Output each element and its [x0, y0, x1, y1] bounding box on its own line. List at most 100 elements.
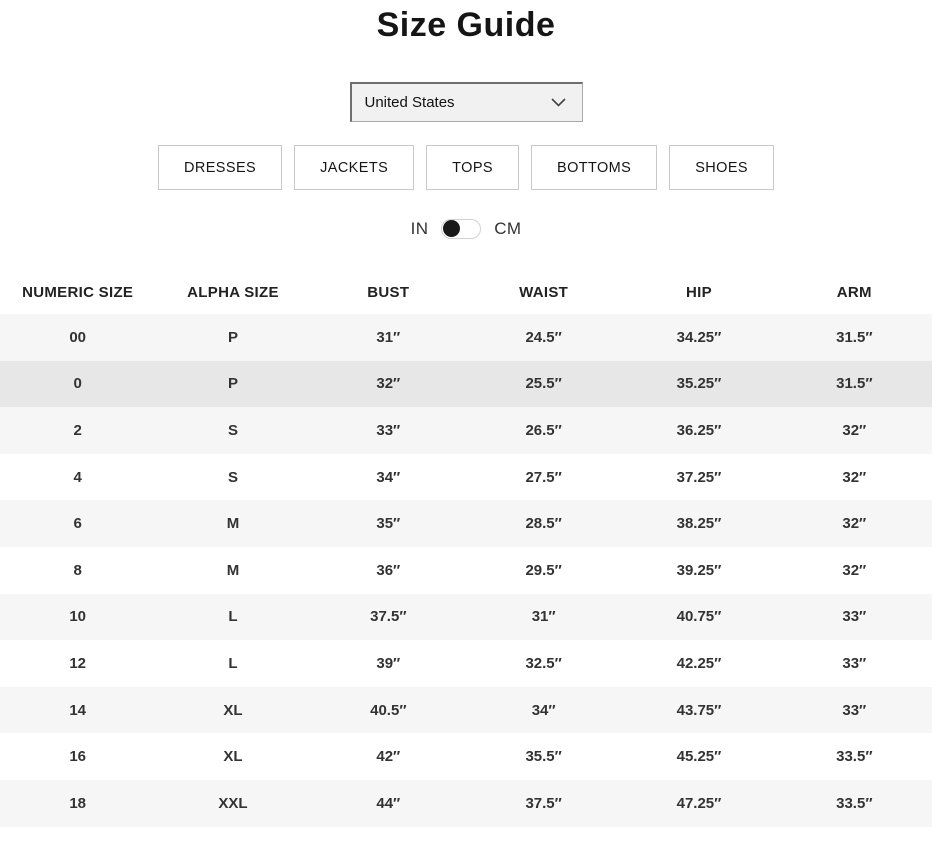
size-table-body: 00P31″24.5″34.25″31.5″0P32″25.5″35.25″31…	[0, 314, 932, 827]
table-cell: 39″	[311, 640, 466, 687]
category-button-dresses[interactable]: DRESSES	[158, 145, 282, 190]
column-header: NUMERIC SIZE	[0, 273, 155, 314]
table-cell: M	[155, 500, 310, 547]
table-cell: M	[155, 547, 310, 594]
table-cell: 34.25″	[621, 314, 776, 361]
table-cell: 38.25″	[621, 500, 776, 547]
table-cell: 36.25″	[621, 407, 776, 454]
table-row[interactable]: 12L39″32.5″42.25″33″	[0, 640, 932, 687]
table-row[interactable]: 16XL42″35.5″45.25″33.5″	[0, 733, 932, 780]
column-header: BUST	[311, 273, 466, 314]
table-row[interactable]: 4S34″27.5″37.25″32″	[0, 454, 932, 501]
table-cell: 39.25″	[621, 547, 776, 594]
table-cell: 31″	[466, 594, 621, 641]
table-cell: 32″	[311, 361, 466, 408]
table-cell: 32″	[777, 547, 932, 594]
column-header: ARM	[777, 273, 932, 314]
table-cell: 18	[0, 780, 155, 827]
table-cell: 35″	[311, 500, 466, 547]
unit-toggle-row: IN CM	[0, 218, 932, 239]
table-cell: 47.25″	[621, 780, 776, 827]
table-cell: 14	[0, 687, 155, 734]
table-cell: 43.75″	[621, 687, 776, 734]
table-cell: 34″	[311, 454, 466, 501]
table-cell: 40.75″	[621, 594, 776, 641]
table-cell: 34″	[466, 687, 621, 734]
table-cell: 2	[0, 407, 155, 454]
category-tabs: DRESSES JACKETS TOPS BOTTOMS SHOES	[0, 145, 932, 190]
table-cell: 32.5″	[466, 640, 621, 687]
table-cell: 37.5″	[311, 594, 466, 641]
table-cell: 10	[0, 594, 155, 641]
size-table: NUMERIC SIZEALPHA SIZEBUSTWAISTHIPARM 00…	[0, 273, 932, 827]
table-cell: 44″	[311, 780, 466, 827]
table-cell: 24.5″	[466, 314, 621, 361]
category-button-shoes[interactable]: SHOES	[669, 145, 774, 190]
table-cell: 26.5″	[466, 407, 621, 454]
size-guide-panel: Size Guide United States DRESSES JACKETS…	[0, 6, 932, 827]
table-cell: XL	[155, 687, 310, 734]
table-row[interactable]: 10L37.5″31″40.75″33″	[0, 594, 932, 641]
table-cell: 0	[0, 361, 155, 408]
table-cell: 6	[0, 500, 155, 547]
table-cell: XXL	[155, 780, 310, 827]
table-row[interactable]: 00P31″24.5″34.25″31.5″	[0, 314, 932, 361]
table-cell: 33.5″	[777, 780, 932, 827]
table-cell: 35.25″	[621, 361, 776, 408]
table-cell: P	[155, 361, 310, 408]
table-cell: 37.25″	[621, 454, 776, 501]
table-cell: 31″	[311, 314, 466, 361]
page-title: Size Guide	[0, 6, 932, 45]
table-row[interactable]: 6M35″28.5″38.25″32″	[0, 500, 932, 547]
table-cell: 42.25″	[621, 640, 776, 687]
unit-label-cm: CM	[494, 219, 521, 239]
column-header: ALPHA SIZE	[155, 273, 310, 314]
column-header: HIP	[621, 273, 776, 314]
table-cell: 16	[0, 733, 155, 780]
table-cell: 31.5″	[777, 314, 932, 361]
table-cell: 33″	[311, 407, 466, 454]
table-cell: S	[155, 454, 310, 501]
table-row[interactable]: 8M36″29.5″39.25″32″	[0, 547, 932, 594]
table-cell: P	[155, 314, 310, 361]
country-select-value: United States	[365, 94, 455, 111]
table-cell: 36″	[311, 547, 466, 594]
table-cell: 32″	[777, 407, 932, 454]
chevron-down-icon	[551, 98, 566, 107]
table-cell: 33″	[777, 640, 932, 687]
table-cell: 40.5″	[311, 687, 466, 734]
table-cell: 00	[0, 314, 155, 361]
table-cell: S	[155, 407, 310, 454]
column-header: WAIST	[466, 273, 621, 314]
table-cell: 12	[0, 640, 155, 687]
table-cell: 28.5″	[466, 500, 621, 547]
table-cell: 25.5″	[466, 361, 621, 408]
table-row[interactable]: 14XL40.5″34″43.75″33″	[0, 687, 932, 734]
country-select[interactable]: United States	[350, 82, 583, 122]
table-cell: 42″	[311, 733, 466, 780]
table-cell: L	[155, 640, 310, 687]
table-row[interactable]: 2S33″26.5″36.25″32″	[0, 407, 932, 454]
category-button-tops[interactable]: TOPS	[426, 145, 519, 190]
table-cell: 32″	[777, 500, 932, 547]
table-cell: 33″	[777, 594, 932, 641]
table-cell: L	[155, 594, 310, 641]
table-cell: 27.5″	[466, 454, 621, 501]
table-cell: XL	[155, 733, 310, 780]
toggle-knob-icon	[443, 220, 460, 237]
table-header-row: NUMERIC SIZEALPHA SIZEBUSTWAISTHIPARM	[0, 273, 932, 314]
table-cell: 32″	[777, 454, 932, 501]
table-cell: 35.5″	[466, 733, 621, 780]
unit-toggle-switch[interactable]	[441, 219, 481, 239]
table-row[interactable]: 0P32″25.5″35.25″31.5″	[0, 361, 932, 408]
table-cell: 33.5″	[777, 733, 932, 780]
category-button-jackets[interactable]: JACKETS	[294, 145, 414, 190]
table-cell: 31.5″	[777, 361, 932, 408]
table-cell: 29.5″	[466, 547, 621, 594]
table-row[interactable]: 18XXL44″37.5″47.25″33.5″	[0, 780, 932, 827]
table-cell: 45.25″	[621, 733, 776, 780]
table-cell: 37.5″	[466, 780, 621, 827]
unit-label-in: IN	[411, 219, 429, 239]
country-select-row: United States	[0, 82, 932, 122]
category-button-bottoms[interactable]: BOTTOMS	[531, 145, 657, 190]
